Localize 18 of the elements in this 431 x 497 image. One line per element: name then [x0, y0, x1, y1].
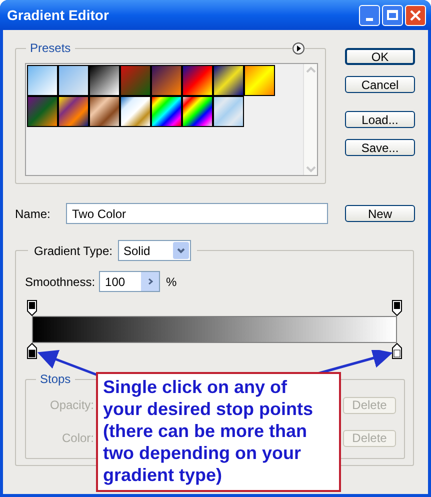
window-title: Gradient Editor: [7, 6, 110, 24]
smoothness-field[interactable]: 100: [99, 271, 160, 292]
callout-text: Single click on any of your desired stop points (there can be more than two depending on your gradient type): [103, 376, 314, 486]
smoothness-label: Smoothness:: [25, 274, 96, 290]
percent-unit: %: [166, 274, 177, 290]
new-button[interactable]: New: [345, 205, 415, 222]
stop-field-label: Color:: [60, 430, 94, 447]
gradient-type-label: Gradient Type:: [34, 242, 112, 260]
name-label: Name:: [15, 206, 52, 222]
dialog-button[interactable]: OK: [345, 48, 415, 65]
dialog-button[interactable]: Save...: [345, 139, 415, 156]
gradient-type-select[interactable]: Solid: [118, 240, 190, 261]
name-field[interactable]: Two Color: [66, 203, 328, 224]
stop-field-label: Opacity:: [48, 397, 94, 414]
stops-legend: Stops: [36, 372, 75, 386]
dialog-button[interactable]: Cancel: [345, 76, 415, 93]
dialog-button[interactable]: Load...: [345, 111, 415, 128]
presets-legend: Presets: [26, 41, 75, 55]
